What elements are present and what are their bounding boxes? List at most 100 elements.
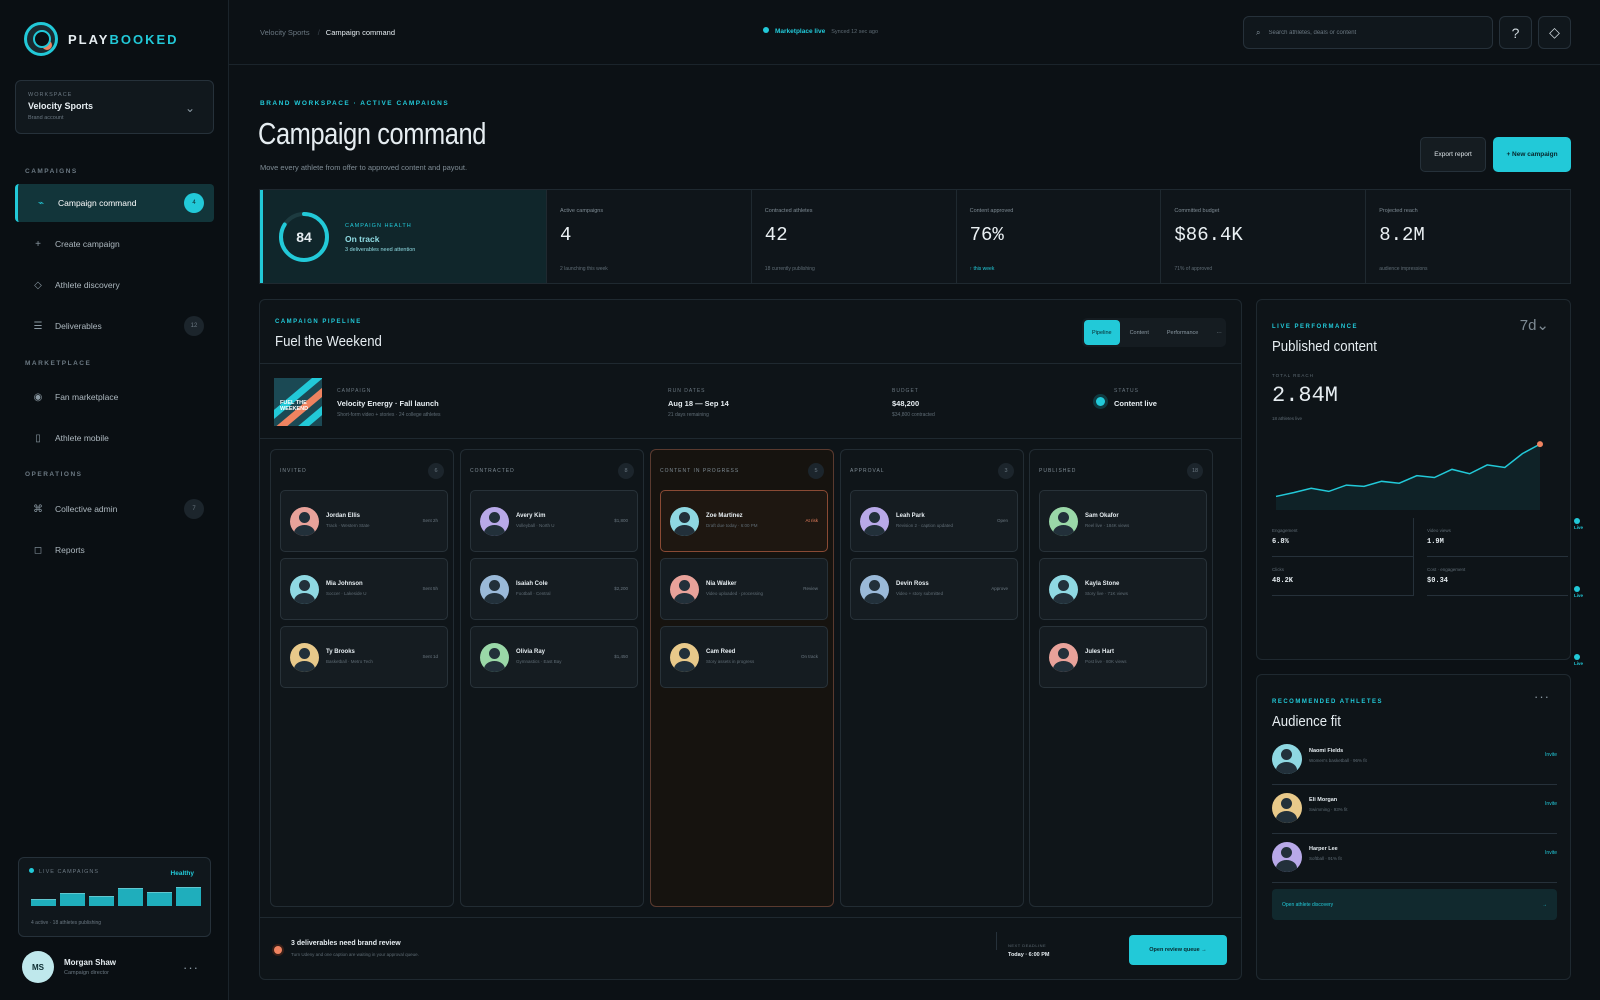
- athlete-card[interactable]: Cam Reed Story assets in progress On track: [660, 626, 828, 688]
- avatar: [670, 643, 699, 672]
- stat-card[interactable]: Contracted athletes 42 18 currently publis…: [750, 190, 956, 283]
- search-icon: ⌕: [1256, 27, 1261, 37]
- recommended-athlete[interactable]: Eli Morgan Swimming · 93% fit Invite: [1272, 785, 1557, 834]
- status-value: Content live: [1114, 399, 1157, 408]
- sidebar-item-create-campaign[interactable]: + Create campaign: [15, 225, 214, 263]
- page-subtitle: Move every athlete from offer to approve…: [260, 163, 468, 172]
- workspace-label: WORKSPACE: [28, 92, 73, 98]
- stat-card[interactable]: Active campaigns 4 2 launching this week: [546, 190, 751, 283]
- tab-pipeline[interactable]: Pipeline: [1084, 320, 1120, 345]
- recommended-athlete[interactable]: Naomi Fields Women's basketball · 96% fit…: [1272, 736, 1557, 785]
- tab-more[interactable]: ···: [1208, 320, 1230, 345]
- avatar: [860, 575, 889, 604]
- sidebar-item-athlete-discovery[interactable]: ◇ Athlete discovery: [15, 266, 214, 304]
- more-icon[interactable]: ···: [183, 960, 199, 975]
- sidebar-item-reports[interactable]: ◻ Reports: [15, 531, 214, 569]
- athlete-name: Jordan Ellis: [326, 513, 361, 519]
- athlete-card[interactable]: Sam Okafor Reel live · 184K views Live: [1039, 490, 1583, 552]
- athlete-tag: Sent 2h: [422, 518, 438, 523]
- athlete-name: Avery Kim: [516, 513, 546, 519]
- open-discovery-label: Open athlete discovery: [1282, 901, 1334, 908]
- sidebar-item-collective-admin[interactable]: ⌘ Collective admin 7: [15, 490, 214, 528]
- marketplace-live-status: Marketplace live Synced 12 sec ago: [763, 27, 878, 35]
- search-input[interactable]: [1268, 29, 1469, 36]
- campaign-health-card[interactable]: 84 CAMPAIGN HEALTH On track 3 deliverabl…: [260, 190, 546, 283]
- recommended-athlete[interactable]: Harper Lee Softball · 91% fit Invite: [1272, 834, 1557, 883]
- total-reach-label: TOTAL REACH: [1272, 373, 1314, 378]
- open-athlete-discovery-button[interactable]: Open athlete discovery →: [1272, 889, 1557, 920]
- tab-content[interactable]: Content: [1122, 320, 1157, 345]
- athlete-name: Isaiah Cole: [516, 581, 548, 587]
- export-report-button[interactable]: Export report: [1420, 137, 1486, 172]
- breadcrumb: Velocity Sports / Campaign command: [260, 28, 395, 37]
- live-campaigns-widget[interactable]: LIVE CAMPAIGNS Healthy 4 active · 18 ath…: [18, 857, 211, 937]
- stat-label: Committed budget: [1174, 208, 1220, 214]
- pipeline-tabs: Pipeline Content Performance ···: [1082, 318, 1226, 347]
- performance-stat: Clicks 48.2K: [1272, 557, 1413, 596]
- athlete-card[interactable]: Mia Johnson Soccer · Lakeside U Sent 5h: [280, 558, 448, 620]
- more-icon[interactable]: ···: [1534, 689, 1550, 704]
- open-review-queue-button[interactable]: Open review queue →: [1129, 935, 1227, 965]
- avatar: [670, 507, 699, 536]
- user-profile[interactable]: MS Morgan Shaw Campaign director: [22, 951, 116, 983]
- athlete-tag: Open: [996, 518, 1008, 523]
- range-selector[interactable]: 7d⌄: [1520, 316, 1549, 334]
- avatar: [1272, 744, 1302, 774]
- athlete-card[interactable]: Olivia Ray Gymnastics · East Bay $1,450: [470, 626, 638, 688]
- performance-stat-value: 48.2K: [1272, 577, 1294, 585]
- campaign-label: CAMPAIGN: [337, 388, 372, 394]
- avatar: [1272, 793, 1302, 823]
- reach-sparkline: [1275, 441, 1543, 510]
- sidebar-item-fan-marketplace[interactable]: ◉ Fan marketplace: [15, 378, 214, 416]
- health-score: 84: [296, 229, 312, 245]
- run-dates: RUN DATES Aug 18 — Sep 14 21 days remain…: [668, 388, 729, 418]
- athlete-tag: At risk: [805, 518, 818, 523]
- logo[interactable]: PLAYBOOKED: [24, 22, 179, 56]
- athlete-card[interactable]: Isaiah Cole Football · Central $2,200: [470, 558, 638, 620]
- athlete-card[interactable]: Nia Walker Video uploaded · processing Rev…: [660, 558, 828, 620]
- invite-button[interactable]: Invite: [1545, 801, 1557, 807]
- sidebar-item-deliverables[interactable]: ☰ Deliverables 12: [15, 307, 214, 345]
- column-count: 6: [428, 463, 444, 479]
- notifications-button[interactable]: ◇: [1538, 16, 1571, 49]
- athlete-sub: Volleyball · North U: [516, 523, 555, 528]
- workspace-switcher[interactable]: WORKSPACE Velocity Sports Brand account …: [15, 80, 214, 134]
- athlete-card[interactable]: Devin Ross Video + story submitted Approve: [850, 558, 1018, 620]
- athlete-card[interactable]: Jules Hart Post live · 80K views Live: [1039, 626, 1583, 688]
- sidebar-item-label: Create campaign: [55, 239, 120, 249]
- cover-text: FUEL THE WEEKEND: [280, 400, 309, 412]
- breadcrumb-current: Campaign command: [325, 28, 395, 37]
- athlete-card[interactable]: Jordan Ellis Track · Western State Sent 2h: [280, 490, 448, 552]
- live-campaigns-footer: 4 active · 18 athletes publishing: [31, 920, 102, 926]
- athlete-sub: Post live · 80K views: [1085, 659, 1127, 664]
- invite-button[interactable]: Invite: [1545, 752, 1557, 758]
- athlete-card[interactable]: Kayla Stone Story live · 71K views Live: [1039, 558, 1583, 620]
- athlete-sub: Story assets in progress: [706, 659, 755, 664]
- live-campaigns-bar: [60, 893, 85, 906]
- athlete-card[interactable]: Ty Brooks Basketball · Metro Tech Sent 1d: [280, 626, 448, 688]
- run-dates-sub: 21 days remaining: [668, 412, 709, 418]
- stat-label: Contracted athletes: [764, 208, 813, 214]
- help-button[interactable]: ?: [1499, 16, 1532, 49]
- logo-text: PLAYBOOKED: [68, 32, 179, 47]
- stat-card[interactable]: Content approved 76% ↑ this week: [955, 190, 1161, 283]
- sidebar-item-athlete-mobile[interactable]: ▯ Athlete mobile: [15, 419, 214, 457]
- search-box[interactable]: ⌕: [1243, 16, 1493, 49]
- review-alert-sub: Turn Udeny and one caption are waiting i…: [291, 952, 419, 957]
- athlete-card[interactable]: Zoe Martinez Draft due today · 6:00 PM At …: [660, 490, 828, 552]
- stat-card[interactable]: Projected reach 8.2M audience impressions: [1365, 190, 1570, 283]
- tab-performance[interactable]: Performance: [1159, 320, 1207, 345]
- athlete-card[interactable]: Avery Kim Volleyball · North U $1,800: [470, 490, 638, 552]
- live-campaigns-bars: [31, 886, 201, 906]
- athlete-name: Sam Okafor: [1085, 513, 1119, 519]
- avatar: [290, 575, 319, 604]
- divider: [260, 363, 1241, 364]
- divider: [260, 917, 1241, 918]
- invite-button[interactable]: Invite: [1545, 850, 1557, 856]
- breadcrumb-root[interactable]: Velocity Sports: [260, 28, 310, 37]
- sidebar-item-campaign-command[interactable]: ⌁ Campaign command 4: [15, 184, 214, 222]
- sidebar-item-label: Collective admin: [55, 504, 118, 514]
- stat-card[interactable]: Committed budget $86.4K 71% of approved: [1160, 190, 1365, 283]
- athlete-card[interactable]: Leah Park Revision 2 · caption updated Ope…: [850, 490, 1018, 552]
- new-campaign-button[interactable]: + New campaign: [1493, 137, 1571, 172]
